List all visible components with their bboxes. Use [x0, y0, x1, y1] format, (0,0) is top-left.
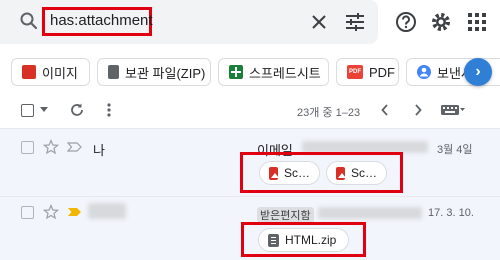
date: 3월 4일: [437, 144, 473, 156]
chevron-right-icon[interactable]: [414, 104, 422, 116]
important-marker-icon[interactable]: [67, 142, 82, 152]
chip-spreadsheets[interactable]: 스프레드시트: [218, 58, 329, 86]
image-icon: [269, 166, 279, 180]
gear-icon[interactable]: [430, 11, 452, 33]
select-all-checkbox[interactable]: [21, 104, 34, 117]
chip-archive-zip[interactable]: 보관 파일(ZIP): [97, 58, 211, 86]
chevron-right-icon: ›: [475, 63, 481, 80]
redacted-sender: [88, 203, 126, 219]
chip-pdf[interactable]: PDF PDF: [336, 58, 399, 86]
sheets-icon: [229, 65, 243, 79]
important-marker-icon[interactable]: [67, 207, 82, 217]
chip-label: PDF: [369, 64, 395, 80]
image-icon: [336, 166, 346, 180]
archive-icon: [268, 233, 279, 247]
more-vert-icon[interactable]: [106, 102, 112, 118]
attachment-name: HTML.zip: [285, 233, 337, 247]
row-checkbox[interactable]: [21, 206, 34, 219]
sender-name: 나: [93, 143, 105, 158]
attachment-chip[interactable]: Sc…: [326, 161, 387, 185]
row-checkbox[interactable]: [21, 141, 34, 154]
attachment-chip[interactable]: HTML.zip: [258, 228, 349, 252]
attachment-name: Sc…: [283, 166, 310, 180]
apps-grid-icon[interactable]: [467, 12, 487, 32]
chip-label: 스프레드시트: [249, 65, 321, 81]
chip-label: 보관 파일(ZIP): [125, 65, 206, 81]
pdf-icon: PDF: [347, 65, 363, 79]
search-options-icon[interactable]: [344, 12, 366, 32]
keyboard-icon[interactable]: [441, 105, 465, 115]
star-icon[interactable]: [43, 139, 59, 155]
inbox-label[interactable]: 받은편지함: [257, 207, 314, 223]
attachment-chip[interactable]: Sc…: [259, 161, 320, 185]
person-icon: [417, 65, 431, 79]
archive-icon: [108, 65, 119, 79]
search-icon[interactable]: [19, 11, 39, 31]
chips-next-button[interactable]: ›: [464, 58, 492, 86]
pagination-range: 23개 중 1–23: [297, 107, 361, 119]
help-icon[interactable]: [395, 11, 417, 33]
chevron-down-icon[interactable]: [40, 107, 48, 113]
refresh-icon[interactable]: [69, 102, 85, 118]
redacted-subject: [318, 207, 422, 219]
close-icon[interactable]: [309, 12, 329, 32]
image-icon: [22, 65, 36, 79]
chevron-left-icon[interactable]: [381, 104, 389, 116]
chip-images[interactable]: 이미지: [11, 58, 90, 86]
star-icon[interactable]: [43, 204, 59, 220]
chip-label: 이미지: [42, 65, 78, 81]
date: 17. 3. 10.: [428, 207, 474, 219]
attachment-name: Sc…: [350, 166, 377, 180]
search-input[interactable]: has:attachment: [50, 12, 153, 29]
